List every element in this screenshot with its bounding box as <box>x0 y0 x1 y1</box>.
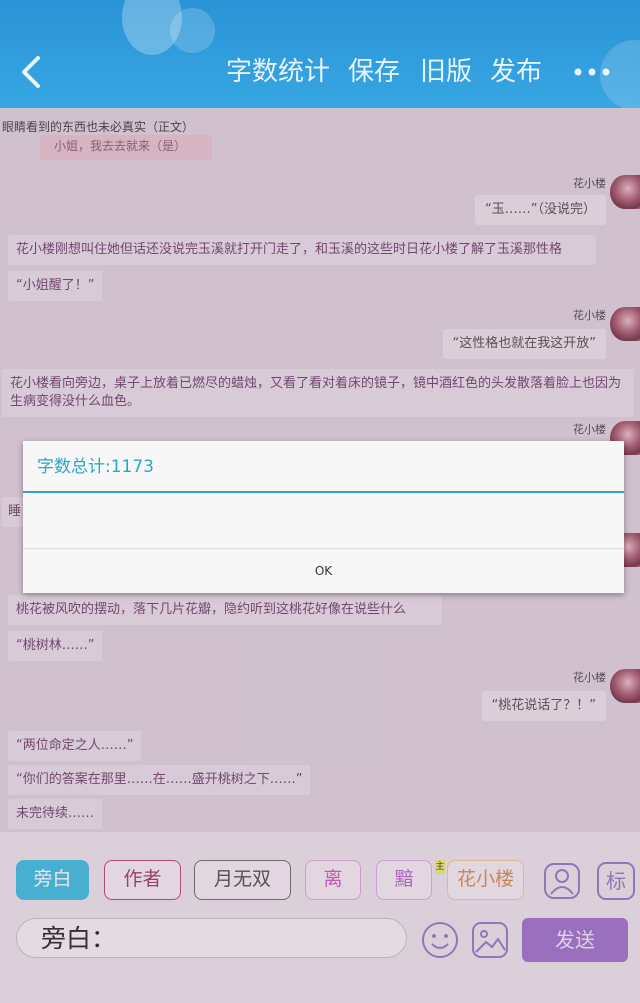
top-app-bar: 字数统计 保存 旧版 发布 <box>0 0 640 108</box>
word-count-dialog: 字数总计:1173 OK <box>23 441 624 593</box>
ok-button[interactable]: OK <box>23 549 624 593</box>
old-version-button[interactable]: 旧版 <box>420 52 472 92</box>
decor-bubble <box>170 8 215 53</box>
dialog-body <box>23 493 624 549</box>
back-arrow-icon[interactable] <box>16 50 48 94</box>
dialog-title: 字数总计:1173 <box>23 441 624 493</box>
word-count-button[interactable]: 字数统计 <box>226 52 330 92</box>
save-button[interactable]: 保存 <box>348 52 400 92</box>
publish-button[interactable]: 发布 <box>490 52 542 92</box>
more-options-icon[interactable] <box>570 62 614 82</box>
